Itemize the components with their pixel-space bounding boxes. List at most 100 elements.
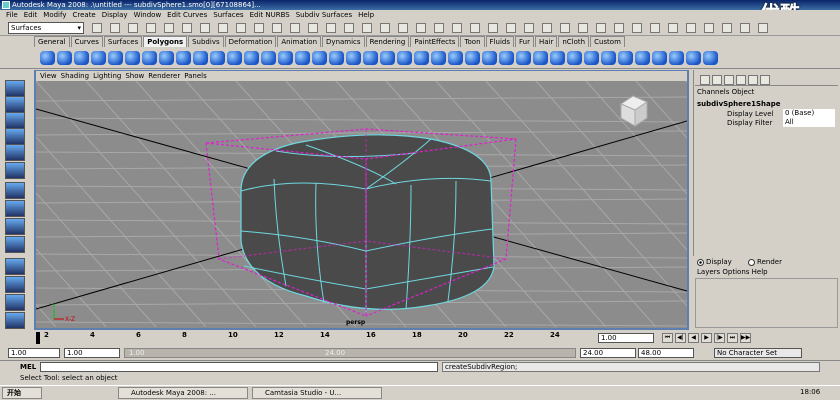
polygon-tool-icon[interactable] (346, 51, 361, 65)
node-name[interactable]: subdivSphere1Shape (697, 100, 781, 108)
display-level-value[interactable]: 0 (Base) (783, 109, 835, 118)
status-line-icon[interactable] (434, 23, 444, 33)
shelf-tab-fluids[interactable]: Fluids (485, 36, 514, 47)
render-radio[interactable] (748, 258, 756, 266)
menu-help[interactable]: Help (358, 11, 374, 19)
shelf-tab-curves[interactable]: Curves (70, 36, 103, 47)
channel-box-toolbar-icon[interactable] (712, 75, 722, 85)
status-line-icon[interactable] (344, 23, 354, 33)
current-frame-field[interactable]: 1.00 (598, 333, 654, 343)
viewport-menu-show[interactable]: Show (125, 72, 144, 80)
polygon-tool-icon[interactable] (74, 51, 89, 65)
status-line-icon[interactable] (470, 23, 480, 33)
shelf-tab-surfaces[interactable]: Surfaces (103, 36, 143, 47)
polygon-tool-icon[interactable] (686, 51, 701, 65)
status-line-icon[interactable] (542, 23, 552, 33)
channel-box-toolbar-icon[interactable] (736, 75, 746, 85)
options-menu[interactable]: Options (722, 268, 749, 276)
tool-icon[interactable] (5, 128, 25, 145)
status-line-icon[interactable] (560, 23, 570, 33)
layers-menu[interactable]: Layers (697, 268, 720, 276)
status-line-icon[interactable] (146, 23, 156, 33)
tool-icon[interactable] (5, 144, 25, 161)
channel-box-toolbar-icon[interactable] (748, 75, 758, 85)
viewport-menu-panels[interactable]: Panels (184, 72, 207, 80)
status-line-icon[interactable] (524, 23, 534, 33)
polygon-tool-icon[interactable] (380, 51, 395, 65)
status-line-icon[interactable] (218, 23, 228, 33)
shelf-tab-deformation[interactable]: Deformation (224, 36, 277, 47)
menu-window[interactable]: Window (134, 11, 162, 19)
channels-menu[interactable]: Channels (697, 88, 729, 96)
playback-button[interactable]: ◀| (675, 333, 686, 343)
menu-subdiv-surfaces[interactable]: Subdiv Surfaces (296, 11, 352, 19)
status-line-icon[interactable] (596, 23, 606, 33)
playback-end-field[interactable]: 24.00 (580, 348, 636, 358)
status-line-icon[interactable] (236, 23, 246, 33)
taskbar-maya-button[interactable]: Autodesk Maya 2008: ... (118, 387, 248, 399)
playback-start-field[interactable]: 1.00 (64, 348, 120, 358)
playback-button[interactable]: |▶ (714, 333, 725, 343)
polygon-tool-icon[interactable] (618, 51, 633, 65)
polygon-tool-icon[interactable] (482, 51, 497, 65)
status-line-icon[interactable] (200, 23, 210, 33)
playback-button[interactable]: ◀ (688, 333, 699, 343)
polygon-tool-icon[interactable] (533, 51, 548, 65)
status-line-icon[interactable] (416, 23, 426, 33)
tool-icon[interactable] (5, 294, 25, 311)
status-line-icon[interactable] (308, 23, 318, 33)
command-input[interactable] (40, 362, 438, 372)
status-line-icon[interactable] (92, 23, 102, 33)
status-line-icon[interactable] (398, 23, 408, 33)
viewport-menu-view[interactable]: View (40, 72, 57, 80)
tool-icon[interactable] (5, 80, 25, 97)
status-line-icon[interactable] (164, 23, 174, 33)
polygon-tool-icon[interactable] (295, 51, 310, 65)
tool-icon[interactable] (5, 218, 25, 235)
menu-edit-nurbs[interactable]: Edit NURBS (250, 11, 290, 19)
polygon-tool-icon[interactable] (584, 51, 599, 65)
polygon-tool-icon[interactable] (57, 51, 72, 65)
tool-icon[interactable] (5, 96, 25, 113)
polygon-tool-icon[interactable] (635, 51, 650, 65)
display-filter-value[interactable]: All (783, 118, 835, 127)
polygon-tool-icon[interactable] (703, 51, 718, 65)
taskbar-camtasia-button[interactable]: Camtasia Studio - U... (252, 387, 382, 399)
tool-icon[interactable] (5, 258, 25, 275)
menu-modify[interactable]: Modify (43, 11, 66, 19)
tool-icon[interactable] (5, 236, 25, 253)
shelf-tab-toon[interactable]: Toon (460, 36, 485, 47)
polygon-tool-icon[interactable] (159, 51, 174, 65)
status-line-icon[interactable] (488, 23, 498, 33)
shelf-tab-painteffects[interactable]: PaintEffects (410, 36, 460, 47)
tool-icon[interactable] (5, 182, 25, 199)
channel-box-toolbar-icon[interactable] (700, 75, 710, 85)
polygon-tool-icon[interactable] (363, 51, 378, 65)
display-radio[interactable] (697, 258, 704, 266)
status-line-icon[interactable] (722, 23, 732, 33)
shelf-tab-hair[interactable]: Hair (534, 36, 558, 47)
status-line-icon[interactable] (452, 23, 462, 33)
polygon-tool-icon[interactable] (108, 51, 123, 65)
polygon-tool-icon[interactable] (176, 51, 191, 65)
polygon-tool-icon[interactable] (125, 51, 140, 65)
polygon-tool-icon[interactable] (193, 51, 208, 65)
playback-button[interactable]: ▶▶ (740, 333, 751, 343)
polygon-tool-icon[interactable] (227, 51, 242, 65)
polygon-tool-icon[interactable] (91, 51, 106, 65)
polygon-tool-icon[interactable] (244, 51, 259, 65)
polygon-tool-icon[interactable] (652, 51, 667, 65)
animation-start-field[interactable]: 1.00 (8, 348, 60, 358)
shelf-tab-dynamics[interactable]: Dynamics (322, 36, 365, 47)
status-line-icon[interactable] (758, 23, 768, 33)
status-line-icon[interactable] (650, 23, 660, 33)
status-line-icon[interactable] (182, 23, 192, 33)
viewport-menu-renderer[interactable]: Renderer (148, 72, 180, 80)
polygon-tool-icon[interactable] (465, 51, 480, 65)
status-line-icon[interactable] (614, 23, 624, 33)
playback-button[interactable]: ▶ (701, 333, 712, 343)
polygon-tool-icon[interactable] (210, 51, 225, 65)
menu-file[interactable]: File (6, 11, 18, 19)
polygon-tool-icon[interactable] (669, 51, 684, 65)
viewport-menu-lighting[interactable]: Lighting (93, 72, 121, 80)
